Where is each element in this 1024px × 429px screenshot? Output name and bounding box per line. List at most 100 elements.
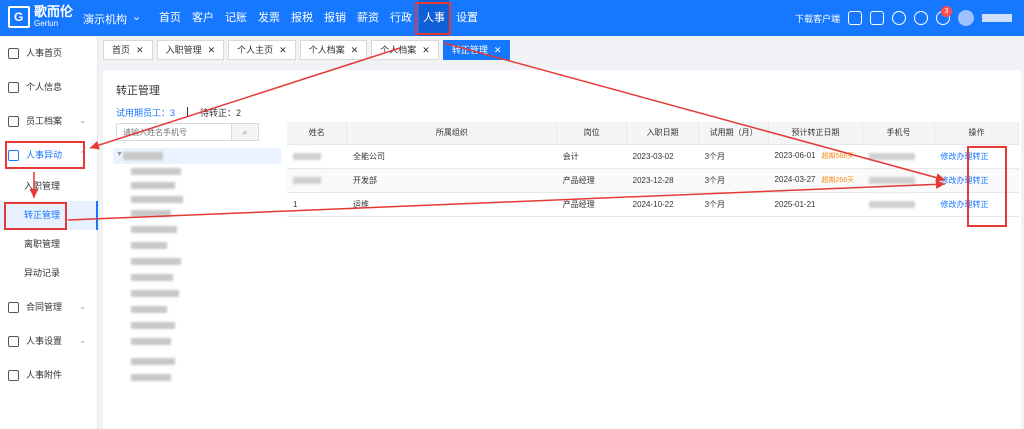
folder-icon [8, 370, 19, 381]
tab-regularization[interactable]: 转正管理 ✕ [442, 40, 511, 60]
caret-down-icon: ▼ [116, 151, 123, 158]
edit-link[interactable]: 修改 [941, 176, 957, 185]
tree-root-node[interactable]: ▼ [113, 148, 281, 164]
edit-link[interactable]: 修改 [941, 200, 957, 209]
edit-link[interactable]: 修改 [941, 152, 957, 161]
search-button[interactable]: ⌕ [231, 123, 259, 141]
tree-node[interactable] [131, 374, 171, 381]
chevron-down-icon: ⌄ [79, 302, 86, 311]
blurred-name [293, 176, 321, 184]
menu-item-reimburse[interactable]: 报销 [320, 0, 350, 36]
tab-onboarding[interactable]: 入职管理 ✕ [156, 40, 225, 60]
divider [187, 107, 189, 117]
menu-item-salary[interactable]: 薪资 [353, 0, 383, 36]
menu-item-tax[interactable]: 报税 [287, 0, 317, 36]
close-icon[interactable]: ✕ [208, 41, 216, 59]
stat-probation[interactable]: 试用期员工：3 [116, 108, 175, 118]
sidebar: 人事首页 个人信息 员工档案 ⌄ 人事异动 ⌃ 入职管理 转正管理 离职管理 异动记… [0, 36, 98, 429]
contract-icon [8, 302, 19, 313]
org-cell: 运维 [346, 192, 557, 217]
tree-node[interactable] [131, 258, 181, 265]
col-header: 姓名 [287, 122, 348, 145]
col-header: 操作 [934, 122, 1019, 145]
close-icon[interactable]: ✕ [494, 41, 502, 59]
close-icon[interactable]: ✕ [351, 41, 359, 59]
expected-date-cell: 2024-03-27 超期266天 [768, 168, 863, 193]
tree-node[interactable] [131, 306, 167, 313]
tree-node[interactable] [131, 322, 175, 329]
user-name-blurred[interactable] [982, 14, 1012, 22]
period-cell: 3个月 [698, 144, 769, 169]
org-cell: 全能公司 [346, 144, 557, 169]
table-header-row: 姓名 所属组织 岗位 入职日期 试用期（月） 预计转正日期 手机号 操作 [287, 122, 1019, 145]
sidebar-item-hr-home[interactable]: 人事首页 [0, 38, 98, 68]
menu-item-customer[interactable]: 客户 [188, 0, 218, 36]
sidebar-sub-resignation[interactable]: 离职管理 [0, 230, 98, 259]
table-row[interactable]: 1 运维 产品经理 2024-10-22 3个月 2025-01-21 修改办理… [287, 192, 1019, 217]
sidebar-item-employee-files[interactable]: 员工档案 ⌄ [0, 106, 98, 136]
menu-item-home[interactable]: 首页 [155, 0, 185, 36]
org-tree: ▼ [113, 148, 281, 388]
menu-item-bookkeeping[interactable]: 记账 [221, 0, 251, 36]
table-row[interactable]: 全能公司 会计 2023-03-02 3个月 2023-06-01 超期566天 … [287, 144, 1019, 169]
menu-item-admin[interactable]: 行政 [386, 0, 416, 36]
highlight-box-hr-changes [5, 141, 85, 169]
tab-personal-home[interactable]: 个人主页 ✕ [228, 40, 296, 60]
tree-node[interactable] [131, 338, 171, 345]
main-content: 转正管理 试用期员工：3 待转正：2 ⌕ ▼ 姓名 所属组织 [103, 70, 1021, 429]
app-logo[interactable]: G 歌而伦 Gerlun [8, 5, 78, 31]
col-header: 入职日期 [626, 122, 700, 145]
sidebar-item-hr-settings[interactable]: 人事设置 ⌄ [0, 326, 98, 356]
close-icon[interactable]: ✕ [422, 41, 430, 59]
task-icon[interactable] [870, 11, 884, 25]
bell-icon[interactable] [892, 11, 906, 25]
tree-node[interactable] [131, 168, 181, 175]
headset-icon[interactable] [914, 11, 928, 25]
avatar[interactable] [958, 10, 974, 26]
menu-item-settings[interactable]: 设置 [452, 0, 482, 36]
tree-node[interactable] [131, 210, 171, 217]
tree-node[interactable] [131, 196, 183, 203]
sidebar-sub-onboarding[interactable]: 入职管理 [0, 172, 98, 201]
chevron-down-icon: ⌄ [79, 336, 86, 345]
tree-node[interactable] [131, 290, 179, 297]
blurred-phone [868, 176, 915, 184]
search-input[interactable] [117, 124, 227, 140]
sidebar-item-hr-attachments[interactable]: 人事附件 [0, 360, 98, 390]
search-icon: ⌕ [242, 127, 248, 137]
stat-pending[interactable]: 待转正：2 [200, 108, 241, 118]
chevron-down-icon[interactable]: ⌄ [132, 10, 141, 23]
menu-item-invoice[interactable]: 发票 [254, 0, 284, 36]
tree-node[interactable] [131, 274, 173, 281]
blurred-text [123, 152, 163, 160]
expected-date-cell: 2025-01-21 [768, 192, 863, 217]
sidebar-item-contracts[interactable]: 合同管理 ⌄ [0, 292, 98, 322]
top-navbar: G 歌而伦 Gerlun 演示机构 ⌄ 首页 客户 记账 发票 报税 报销 薪资… [0, 0, 1024, 36]
gear-icon [8, 336, 19, 347]
phone-cell [862, 192, 935, 217]
notification-badge: 3 [941, 6, 952, 17]
scan-icon[interactable] [848, 11, 862, 25]
col-header: 预计转正日期 [768, 122, 864, 145]
logo-text: 歌而伦 [34, 4, 74, 19]
close-icon[interactable]: ✕ [136, 41, 144, 59]
highlight-box-hr-menu [415, 2, 451, 35]
tree-node[interactable] [131, 182, 175, 189]
tree-node[interactable] [131, 358, 175, 365]
stats-row: 试用期员工：3 待转正：2 [116, 106, 241, 119]
sidebar-sub-change-records[interactable]: 异动记录 [0, 259, 98, 288]
highlight-box-operations [967, 146, 1007, 227]
regularization-table: 姓名 所属组织 岗位 入职日期 试用期（月） 预计转正日期 手机号 操作 全能公… [287, 122, 1019, 217]
tree-node[interactable] [131, 242, 167, 249]
table-row[interactable]: 开发部 产品经理 2023-12-28 3个月 2024-03-27 超期266天… [287, 168, 1019, 193]
tab-personal-file-2[interactable]: 个人档案 ✕ [371, 40, 439, 60]
sidebar-item-personal-info[interactable]: 个人信息 [0, 72, 98, 102]
org-selector[interactable]: 演示机构 [83, 11, 127, 27]
close-icon[interactable]: ✕ [279, 41, 287, 59]
tab-personal-file-1[interactable]: 个人档案 ✕ [299, 40, 368, 60]
tree-node[interactable] [131, 226, 177, 233]
post-cell: 产品经理 [556, 192, 627, 217]
download-client-link[interactable]: 下载客户端 [795, 12, 840, 25]
page-tabs: 首页 ✕ 入职管理 ✕ 个人主页 ✕ 个人档案 ✕ 个人档案 ✕ 转正管理 ✕ [103, 40, 511, 62]
tab-home[interactable]: 首页 ✕ [103, 40, 153, 60]
